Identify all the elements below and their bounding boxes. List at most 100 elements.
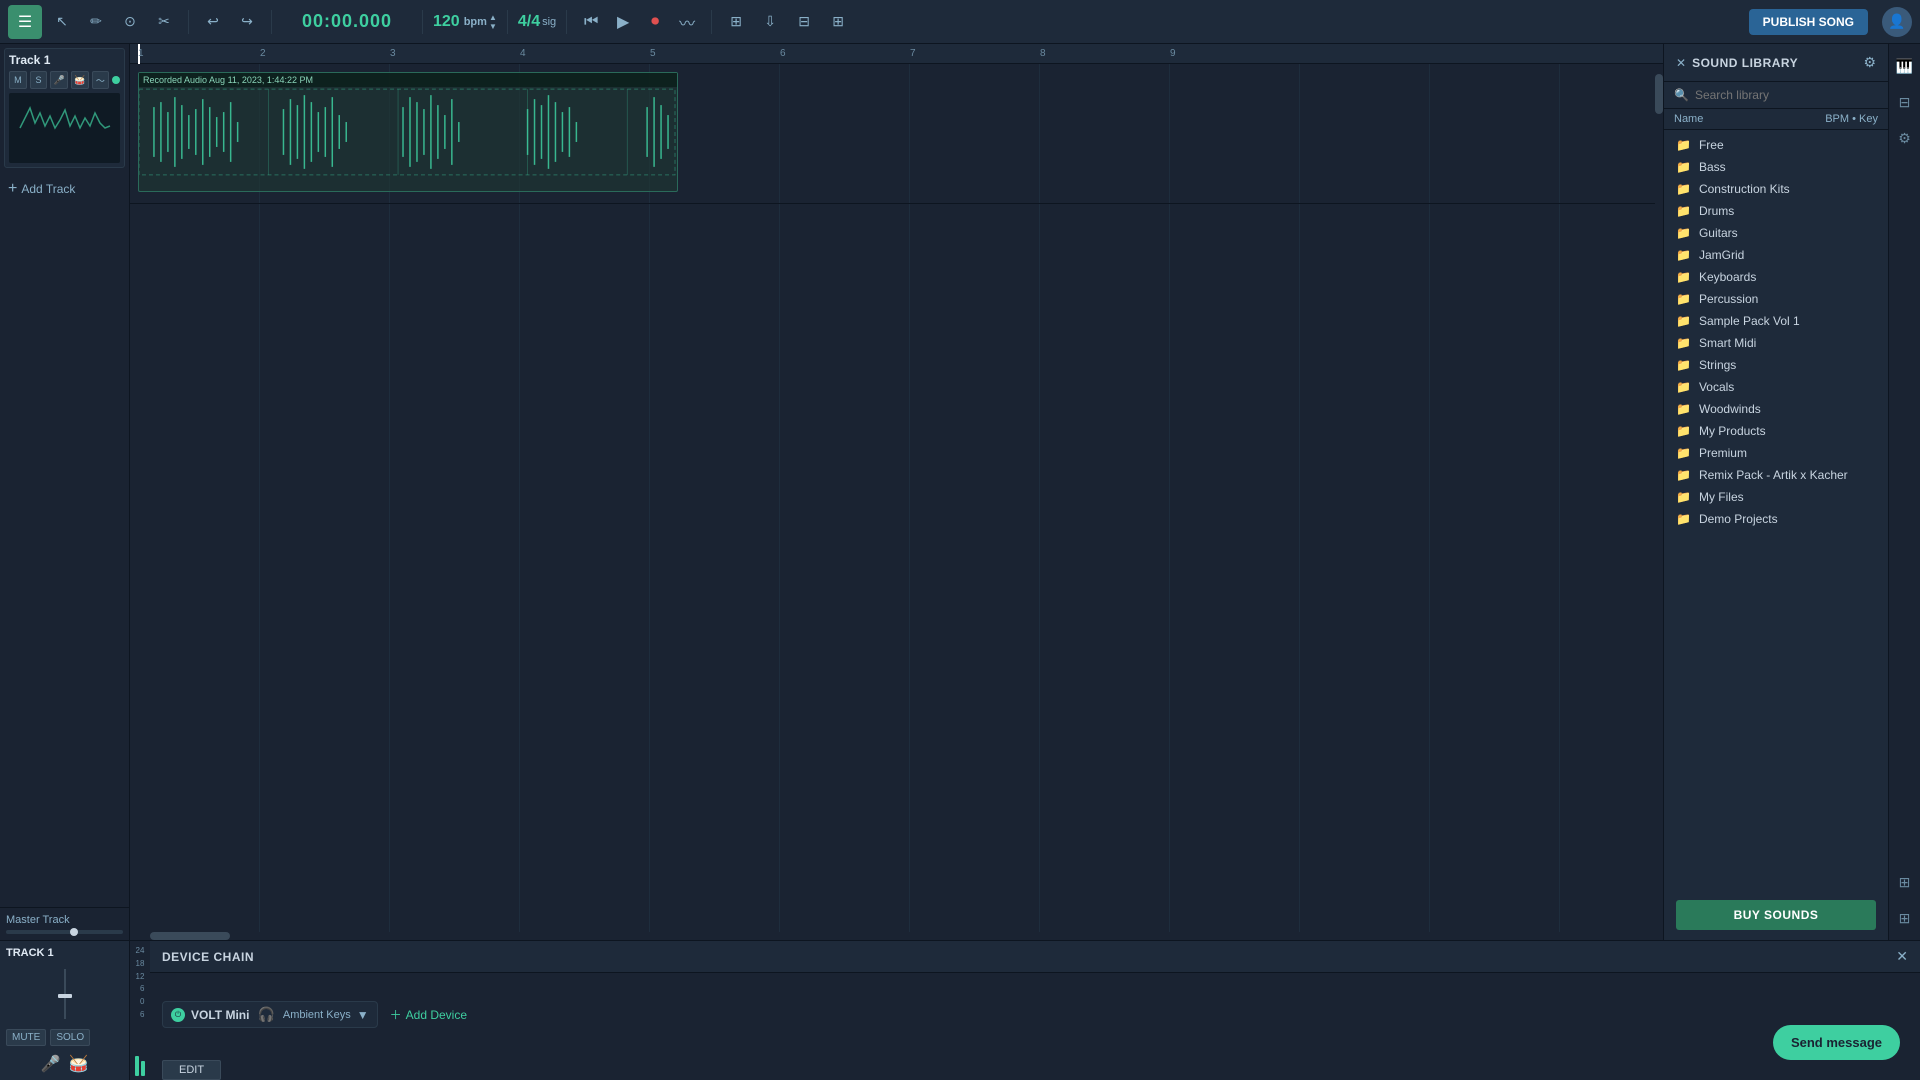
folder-icon: 📁 (1676, 270, 1691, 284)
side-icon-bottom-2[interactable]: ⊞ (1891, 904, 1919, 932)
col-bpm-key-header: BPM • Key (1825, 113, 1878, 125)
master-volume-slider[interactable] (6, 930, 123, 934)
side-icon-settings[interactable]: ⚙ (1891, 124, 1919, 152)
mix-button[interactable]: ⊞ (824, 8, 852, 36)
sound-library-list: 📁 Free 📁 Bass 📁 Construction Kits 📁 Drum… (1664, 130, 1888, 890)
library-item-strings[interactable]: 📁 Strings (1664, 354, 1888, 376)
time-signature-display[interactable]: 4/4 sig (518, 13, 556, 31)
library-item-keyboards[interactable]: 📁 Keyboards (1664, 266, 1888, 288)
level-bar-right (141, 1061, 145, 1076)
left-panel: Track 1 M S 🎤 🥁 ～ + Add Track Master Tra… (0, 44, 130, 940)
library-item-free[interactable]: 📁 Free (1664, 134, 1888, 156)
audio-clip-1[interactable]: Recorded Audio Aug 11, 2023, 1:44:22 PM (138, 72, 678, 192)
bpm-display[interactable]: 120 bpm ▲▼ (433, 13, 497, 31)
track-mic-button[interactable]: 🎤 (50, 71, 68, 89)
folder-icon: 📁 (1676, 358, 1691, 372)
buy-sounds-button[interactable]: BUY SOUNDS (1676, 900, 1876, 930)
publish-song-button[interactable]: PUBLISH SONG (1749, 9, 1868, 35)
snap-button[interactable]: ⊞ (722, 8, 750, 36)
record-button[interactable]: ⏺ (641, 8, 669, 36)
bottom-track-info: TRACK 1 MUTE SOLO 🎤 🥁 (0, 941, 130, 1080)
toolbar-separator-4 (507, 10, 508, 34)
side-icon-bottom-1[interactable]: ⊞ (1891, 868, 1919, 896)
library-item-name: Vocals (1699, 380, 1734, 394)
track-1-name: Track 1 (9, 53, 120, 67)
library-item-jamgrid[interactable]: 📁 JamGrid (1664, 244, 1888, 266)
cut-tool-button[interactable]: ✂ (150, 8, 178, 36)
track-drum-button[interactable]: 🥁 (71, 71, 89, 89)
rewind-button[interactable]: ⏮ (577, 8, 605, 36)
fader-knob (58, 994, 72, 998)
track-m-button[interactable]: M (9, 71, 27, 89)
library-item-drums[interactable]: 📁 Drums (1664, 200, 1888, 222)
sound-library-settings-button[interactable]: ⚙ (1863, 54, 1876, 71)
level-numbers: 241812606 (136, 945, 145, 1022)
mute-button[interactable]: MUTE (6, 1029, 46, 1046)
add-device-button[interactable]: ＋ Add Device (390, 1006, 467, 1023)
add-track-button[interactable]: + Add Track (0, 172, 129, 206)
library-item-guitars[interactable]: 📁 Guitars (1664, 222, 1888, 244)
drum-icon[interactable]: 🥁 (69, 1054, 89, 1074)
split-button[interactable]: ⊟ (790, 8, 818, 36)
library-item-name: Guitars (1699, 226, 1738, 240)
library-item-vocals[interactable]: 📁 Vocals (1664, 376, 1888, 398)
device-item-volt[interactable]: ⏻ VOLT Mini 🎧 Ambient Keys ▼ (162, 1001, 378, 1028)
ruler-marker-9: 9 (1170, 48, 1176, 59)
track-s-button[interactable]: S (30, 71, 48, 89)
bottom-track-name: TRACK 1 (6, 947, 123, 959)
track-wave-button[interactable]: ～ (92, 71, 110, 89)
side-icons-panel: 🎹 ⊟ ⚙ ⊞ ⊞ (1888, 44, 1920, 940)
search-icon: 🔍 (1674, 88, 1689, 102)
library-item-my-files[interactable]: 📁 My Files (1664, 486, 1888, 508)
device-chain-close-button[interactable]: ✕ (1896, 948, 1908, 965)
folder-icon: 📁 (1676, 182, 1691, 196)
track-1-thumbnail (9, 93, 120, 163)
library-item-sample-pack[interactable]: 📁 Sample Pack Vol 1 (1664, 310, 1888, 332)
horizontal-scrollbar[interactable] (130, 932, 1663, 940)
library-item-name: Sample Pack Vol 1 (1699, 314, 1800, 328)
clock-tool-button[interactable]: ⊙ (116, 8, 144, 36)
loop-button[interactable]: 〰 (673, 8, 701, 36)
redo-button[interactable]: ↪ (233, 8, 261, 36)
library-item-smart-midi[interactable]: 📁 Smart Midi (1664, 332, 1888, 354)
track-1-lane[interactable]: Recorded Audio Aug 11, 2023, 1:44:22 PM (130, 64, 1663, 204)
fader-line[interactable] (64, 969, 66, 1019)
library-item-remix-pack[interactable]: 📁 Remix Pack - Artik x Kacher (1664, 464, 1888, 486)
device-name: VOLT Mini (191, 1008, 249, 1022)
library-item-demo-projects[interactable]: 📁 Demo Projects (1664, 508, 1888, 530)
sound-library-search-bar: 🔍 (1664, 82, 1888, 109)
play-button[interactable]: ▶ (609, 8, 637, 36)
library-item-woodwinds[interactable]: 📁 Woodwinds (1664, 398, 1888, 420)
device-dropdown-arrow[interactable]: ▼ (357, 1008, 369, 1022)
send-message-button[interactable]: Send message (1773, 1025, 1900, 1060)
side-icon-mix[interactable]: ⊟ (1891, 88, 1919, 116)
device-edit-button[interactable]: EDIT (162, 1060, 221, 1080)
side-icon-piano[interactable]: 🎹 (1891, 52, 1919, 80)
mic-icon[interactable]: 🎤 (41, 1054, 61, 1074)
folder-icon: 📁 (1676, 248, 1691, 262)
bpm-arrows[interactable]: ▲▼ (489, 13, 497, 31)
library-column-headers: Name BPM • Key (1664, 109, 1888, 130)
menu-button[interactable]: ☰ (8, 5, 42, 39)
add-device-label: Add Device (406, 1008, 467, 1022)
sound-library-close-button[interactable]: ✕ (1676, 56, 1686, 70)
quantize-button[interactable]: ⇩ (756, 8, 784, 36)
library-item-construction-kits[interactable]: 📁 Construction Kits (1664, 178, 1888, 200)
library-item-percussion[interactable]: 📁 Percussion (1664, 288, 1888, 310)
solo-button[interactable]: SOLO (50, 1029, 90, 1046)
library-item-my-products[interactable]: 📁 My Products (1664, 420, 1888, 442)
undo-button[interactable]: ↩ (199, 8, 227, 36)
vertical-scrollbar[interactable] (1655, 64, 1663, 932)
folder-icon: 📁 (1676, 424, 1691, 438)
device-power-indicator[interactable]: ⏻ (171, 1008, 185, 1022)
user-avatar[interactable]: 👤 (1882, 7, 1912, 37)
sig-label: sig (542, 16, 556, 28)
ruler-marker-1: 1 (138, 48, 144, 59)
library-item-bass[interactable]: 📁 Bass (1664, 156, 1888, 178)
pencil-tool-button[interactable]: ✏ (82, 8, 110, 36)
time-display: 00:00.000 (282, 11, 412, 32)
fader-container (64, 969, 66, 1019)
select-tool-button[interactable]: ↖ (48, 8, 76, 36)
search-input[interactable] (1695, 88, 1878, 102)
library-item-premium[interactable]: 📁 Premium (1664, 442, 1888, 464)
